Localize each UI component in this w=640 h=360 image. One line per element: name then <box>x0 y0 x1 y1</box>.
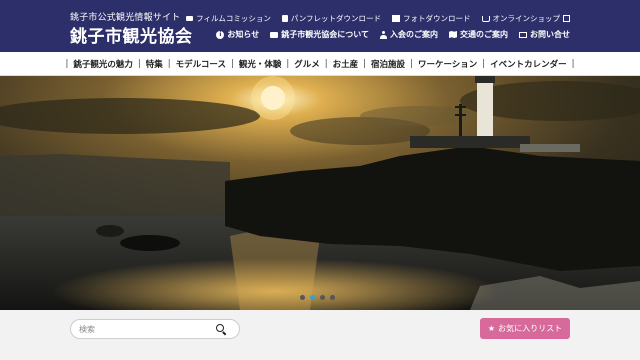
nav-item-features[interactable]: 特集 <box>146 58 163 70</box>
map-icon <box>449 31 457 38</box>
main-link-label: 銚子市観光協会について <box>281 30 369 39</box>
slide-dot[interactable] <box>320 295 325 300</box>
mail-icon <box>519 31 527 38</box>
slide-dot[interactable] <box>330 295 335 300</box>
util-link-label: フォトダウンロード <box>403 14 471 23</box>
slide-dot-active[interactable] <box>310 295 315 300</box>
nav-item-gourmet[interactable]: グルメ <box>294 58 320 70</box>
nav-item-workation[interactable]: ワーケーション <box>418 58 477 70</box>
info-icon: i <box>216 30 225 39</box>
pamphlet-download-link[interactable]: パンフレットダウンロード <box>281 13 381 24</box>
image-icon <box>392 15 400 22</box>
slide-dot[interactable] <box>300 295 305 300</box>
nav-item-event-calendar[interactable]: イベントカレンダー <box>490 58 567 70</box>
util-link-label: フィルムコミッション <box>196 14 271 23</box>
nav-item-sightseeing[interactable]: 観光・体験 <box>239 58 282 70</box>
main-link-label: 交通のご案内 <box>460 30 508 39</box>
hero-slideshow[interactable] <box>0 76 640 310</box>
film-commission-link[interactable]: フィルムコミッション <box>186 13 271 24</box>
search-box <box>70 319 240 339</box>
site-header: 銚子市公式観光情報サイト 銚子市観光協会 フィルムコミッション パンフレットダウ… <box>0 0 640 52</box>
cart-icon <box>481 15 490 22</box>
utility-links: フィルムコミッション パンフレットダウンロード フォトダウンロード オンラインシ… <box>186 13 570 24</box>
favorites-label: お気に入りリスト <box>498 324 563 333</box>
search-input[interactable] <box>79 323 209 336</box>
user-icon <box>380 30 387 39</box>
main-link-label: お知らせ <box>227 30 260 39</box>
util-link-label: パンフレットダウンロード <box>290 14 381 23</box>
nav-item-model-courses[interactable]: モデルコース <box>176 58 226 70</box>
site-title[interactable]: 銚子市観光協会 <box>70 22 193 47</box>
briefcase-icon <box>270 31 279 38</box>
search-icon[interactable] <box>216 324 227 335</box>
about-association-link[interactable]: 銚子市観光協会について <box>270 29 369 40</box>
favorites-list-button[interactable]: ★ お気に入りリスト <box>480 318 570 339</box>
membership-link[interactable]: 入会のご案内 <box>380 29 438 40</box>
news-link[interactable]: i お知らせ <box>216 29 259 40</box>
online-shop-link[interactable]: オンラインショップ <box>481 13 570 24</box>
external-link-icon <box>563 15 570 22</box>
main-link-label: 入会のご案内 <box>390 30 438 39</box>
main-link-label: お問い合せ <box>530 30 570 39</box>
nav-item-souvenirs[interactable]: お土産 <box>333 58 359 70</box>
book-icon <box>281 15 288 22</box>
access-link[interactable]: 交通のご案内 <box>449 29 508 40</box>
slideshow-indicators <box>300 295 335 300</box>
global-nav: | 銚子観光の魅力 | 特集 | モデルコース | 観光・体験 | グルメ | … <box>0 52 640 76</box>
main-links: i お知らせ 銚子市観光協会について 入会のご案内 交通のご案内 お問い合せ <box>216 29 570 40</box>
star-icon: ★ <box>487 323 496 333</box>
nav-item-accommodation[interactable]: 宿泊施設 <box>371 58 405 70</box>
contact-link[interactable]: お問い合せ <box>519 29 570 40</box>
photo-download-link[interactable]: フォトダウンロード <box>392 13 471 24</box>
nav-item-attractions[interactable]: 銚子観光の魅力 <box>73 58 133 70</box>
util-link-label: オンラインショップ <box>492 14 561 23</box>
video-camera-icon <box>186 16 194 21</box>
hero-image-lighthouse-sunset <box>0 76 640 310</box>
utility-bar: ★ お気に入りリスト <box>0 310 640 360</box>
